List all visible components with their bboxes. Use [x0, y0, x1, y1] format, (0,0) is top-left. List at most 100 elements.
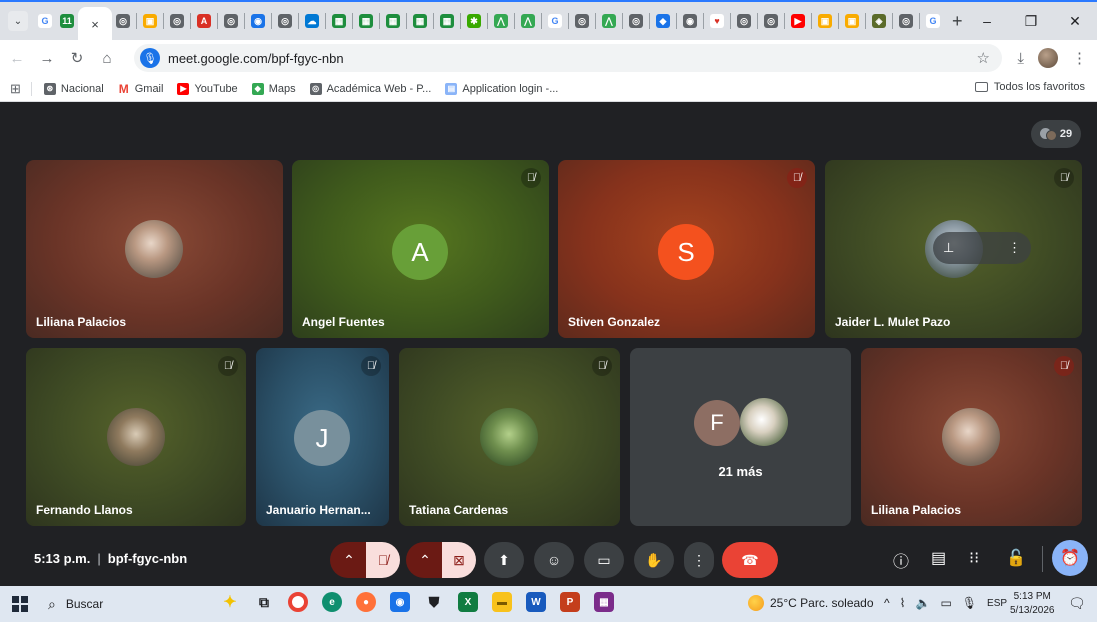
participant-tile[interactable]: 🎙̸ S Stiven Gonzalez — [558, 160, 815, 338]
participant-tile[interactable]: 🎙̸ ⊥ ⋮ Jaider L. Mulet Pazo — [825, 160, 1082, 338]
notification-icon[interactable]: 🗨 — [1068, 595, 1086, 612]
tab-pdf[interactable]: A — [193, 6, 215, 36]
tab-generic[interactable]: ◎ — [274, 6, 296, 36]
pin-icon[interactable]: ⊥ — [943, 240, 954, 256]
tab-office[interactable]: ◉ — [247, 6, 269, 36]
tab-generic[interactable]: ◎ — [760, 6, 782, 36]
mic-icon[interactable]: 🎙 — [962, 596, 977, 610]
tab-generic[interactable]: ◎ — [220, 6, 242, 36]
bookmark-star-icon[interactable]: ☆ — [977, 49, 990, 67]
tab-shield[interactable]: ◈ — [868, 6, 890, 36]
network-icon[interactable]: ⌇ — [900, 596, 906, 610]
tab-classroom[interactable]: ▣ — [139, 6, 161, 36]
participant-count-button[interactable]: 29 — [1031, 120, 1081, 148]
tab-generic[interactable]: ◎ — [895, 6, 917, 36]
host-controls-icon[interactable]: 🔓 — [1006, 548, 1026, 568]
chat-icon[interactable]: ▤ — [931, 548, 946, 568]
chrome-menu-icon[interactable]: ⋮ — [1072, 49, 1087, 67]
security-icon[interactable]: ⛊ — [424, 592, 444, 612]
tab-search-button[interactable]: ⌄ — [8, 11, 28, 31]
close-tab-icon[interactable]: × — [88, 17, 102, 32]
participant-tile[interactable]: 🎙̸ Fernando Llanos — [26, 348, 246, 526]
tab-generic[interactable]: ◎ — [733, 6, 755, 36]
tab-wave[interactable]: ⋀ — [598, 6, 620, 36]
camera-toggle-button[interactable]: ⊠ — [442, 542, 476, 578]
minimize-icon[interactable]: – — [965, 13, 1009, 29]
winrar-icon[interactable]: ▦ — [594, 592, 614, 612]
more-options-icon[interactable]: ⋮ — [1008, 240, 1021, 256]
present-screen-button[interactable]: ⬆ — [484, 542, 524, 578]
bookmark-maps[interactable]: ◆ Maps — [251, 82, 296, 95]
sparkle-icon[interactable]: ✦ — [220, 592, 240, 612]
forward-arrow-icon[interactable]: → — [34, 50, 60, 67]
tab-sheets[interactable]: ▦ — [436, 6, 458, 36]
captions-button[interactable]: ▭ — [584, 542, 624, 578]
site-info-icon[interactable]: 🎙 — [140, 48, 160, 68]
language-indicator[interactable]: ESP — [987, 598, 1007, 609]
reload-icon[interactable]: ↻ — [64, 49, 90, 67]
participant-tile[interactable]: 🎙̸ Liliana Palacios — [861, 348, 1082, 526]
participant-tile[interactable]: 🎙̸ A Angel Fuentes — [292, 160, 549, 338]
url-text[interactable]: meet.google.com/bpf-fgyc-nbn — [168, 51, 344, 66]
participant-tile[interactable]: Liliana Palacios — [26, 160, 283, 338]
others-tile[interactable]: F 21 más — [630, 348, 851, 526]
tab-youtube[interactable]: ▶ — [787, 6, 809, 36]
tab-sheets[interactable]: ▦ — [409, 6, 431, 36]
tab-classroom[interactable]: ▣ — [814, 6, 836, 36]
video-options-button[interactable]: ⌃ — [406, 542, 444, 578]
info-icon[interactable]: ⓘ — [893, 548, 909, 572]
clock[interactable]: 5:13 PM 5/13/2026 — [1010, 590, 1055, 618]
tab-sheets[interactable]: ▦ — [328, 6, 350, 36]
volume-icon[interactable]: 🔈 — [916, 596, 931, 610]
tab-onedrive[interactable]: ☁ — [301, 6, 323, 36]
microphone-toggle-button[interactable]: 🎙̸ — [366, 542, 400, 578]
battery-icon[interactable]: ▭ — [940, 596, 951, 610]
tab-google[interactable]: G — [34, 6, 56, 36]
participant-tile[interactable]: 🎙̸ J Januario Hernan... — [256, 348, 389, 526]
tab-generic[interactable]: ◎ — [571, 6, 593, 36]
leave-call-button[interactable]: ☎ — [722, 542, 778, 578]
tab-generic[interactable]: ◎ — [166, 6, 188, 36]
tab-classroom[interactable]: ▣ — [841, 6, 863, 36]
task-view-icon[interactable]: ⧉ — [254, 592, 274, 612]
participant-tile[interactable]: 🎙̸ Tatiana Cardenas — [399, 348, 620, 526]
tab-wave[interactable]: ⋀ — [490, 6, 512, 36]
tab-generic[interactable]: ◎ — [112, 6, 134, 36]
tab-wave[interactable]: ⋀ — [517, 6, 539, 36]
windows-start-icon[interactable] — [12, 596, 28, 612]
home-icon[interactable]: ⌂ — [94, 50, 120, 67]
tab-sena[interactable]: ✱ — [463, 6, 485, 36]
timer-icon[interactable]: ⏰ — [1052, 540, 1088, 576]
tab-app[interactable]: ◆ — [652, 6, 674, 36]
profile-avatar[interactable] — [1038, 48, 1058, 68]
all-bookmarks[interactable]: Todos los favoritos — [974, 81, 1085, 93]
office-icon[interactable]: ◉ — [390, 592, 410, 612]
chevron-up-icon[interactable]: ^ — [884, 596, 890, 610]
firefox-icon[interactable]: ● — [356, 592, 376, 612]
tab-google[interactable]: G — [544, 6, 566, 36]
new-tab-button[interactable]: + — [952, 11, 963, 32]
download-icon[interactable]: ⤓ — [1017, 50, 1024, 67]
file-explorer-icon[interactable]: ▬ — [492, 592, 512, 612]
bookmark-youtube[interactable]: ▶ YouTube — [177, 82, 238, 95]
weather-widget[interactable]: 25°C Parc. soleado — [748, 595, 874, 611]
more-options-button[interactable]: ⋮ — [684, 542, 714, 578]
tab-sheets[interactable]: ▦ — [382, 6, 404, 36]
raise-hand-button[interactable]: ✋ — [634, 542, 674, 578]
back-arrow-icon[interactable]: ← — [4, 50, 30, 67]
reactions-button[interactable]: ☺ — [534, 542, 574, 578]
bookmark-gmail[interactable]: M Gmail — [117, 82, 163, 96]
chrome-icon[interactable] — [288, 592, 308, 612]
address-bar[interactable]: 🎙 meet.google.com/bpf-fgyc-nbn ☆ — [134, 44, 1002, 72]
restore-icon[interactable]: ❐ — [1009, 13, 1053, 30]
excel-icon[interactable]: X — [458, 592, 478, 612]
bookmark-nacional[interactable]: ⊛ Nacional — [43, 82, 104, 95]
tab-sheets[interactable]: ▦ — [355, 6, 377, 36]
close-window-icon[interactable]: ✕ — [1053, 13, 1097, 30]
tab-pinned-green[interactable]: 11 — [56, 6, 78, 36]
tab-chrome[interactable]: ◉ — [679, 6, 701, 36]
apps-grid-icon[interactable]: ⊞ — [10, 81, 21, 97]
tab-heart[interactable]: ♥ — [706, 6, 728, 36]
bookmark-application-login[interactable]: ▤ Application login -... — [445, 82, 558, 95]
tab-generic[interactable]: ◎ — [625, 6, 647, 36]
